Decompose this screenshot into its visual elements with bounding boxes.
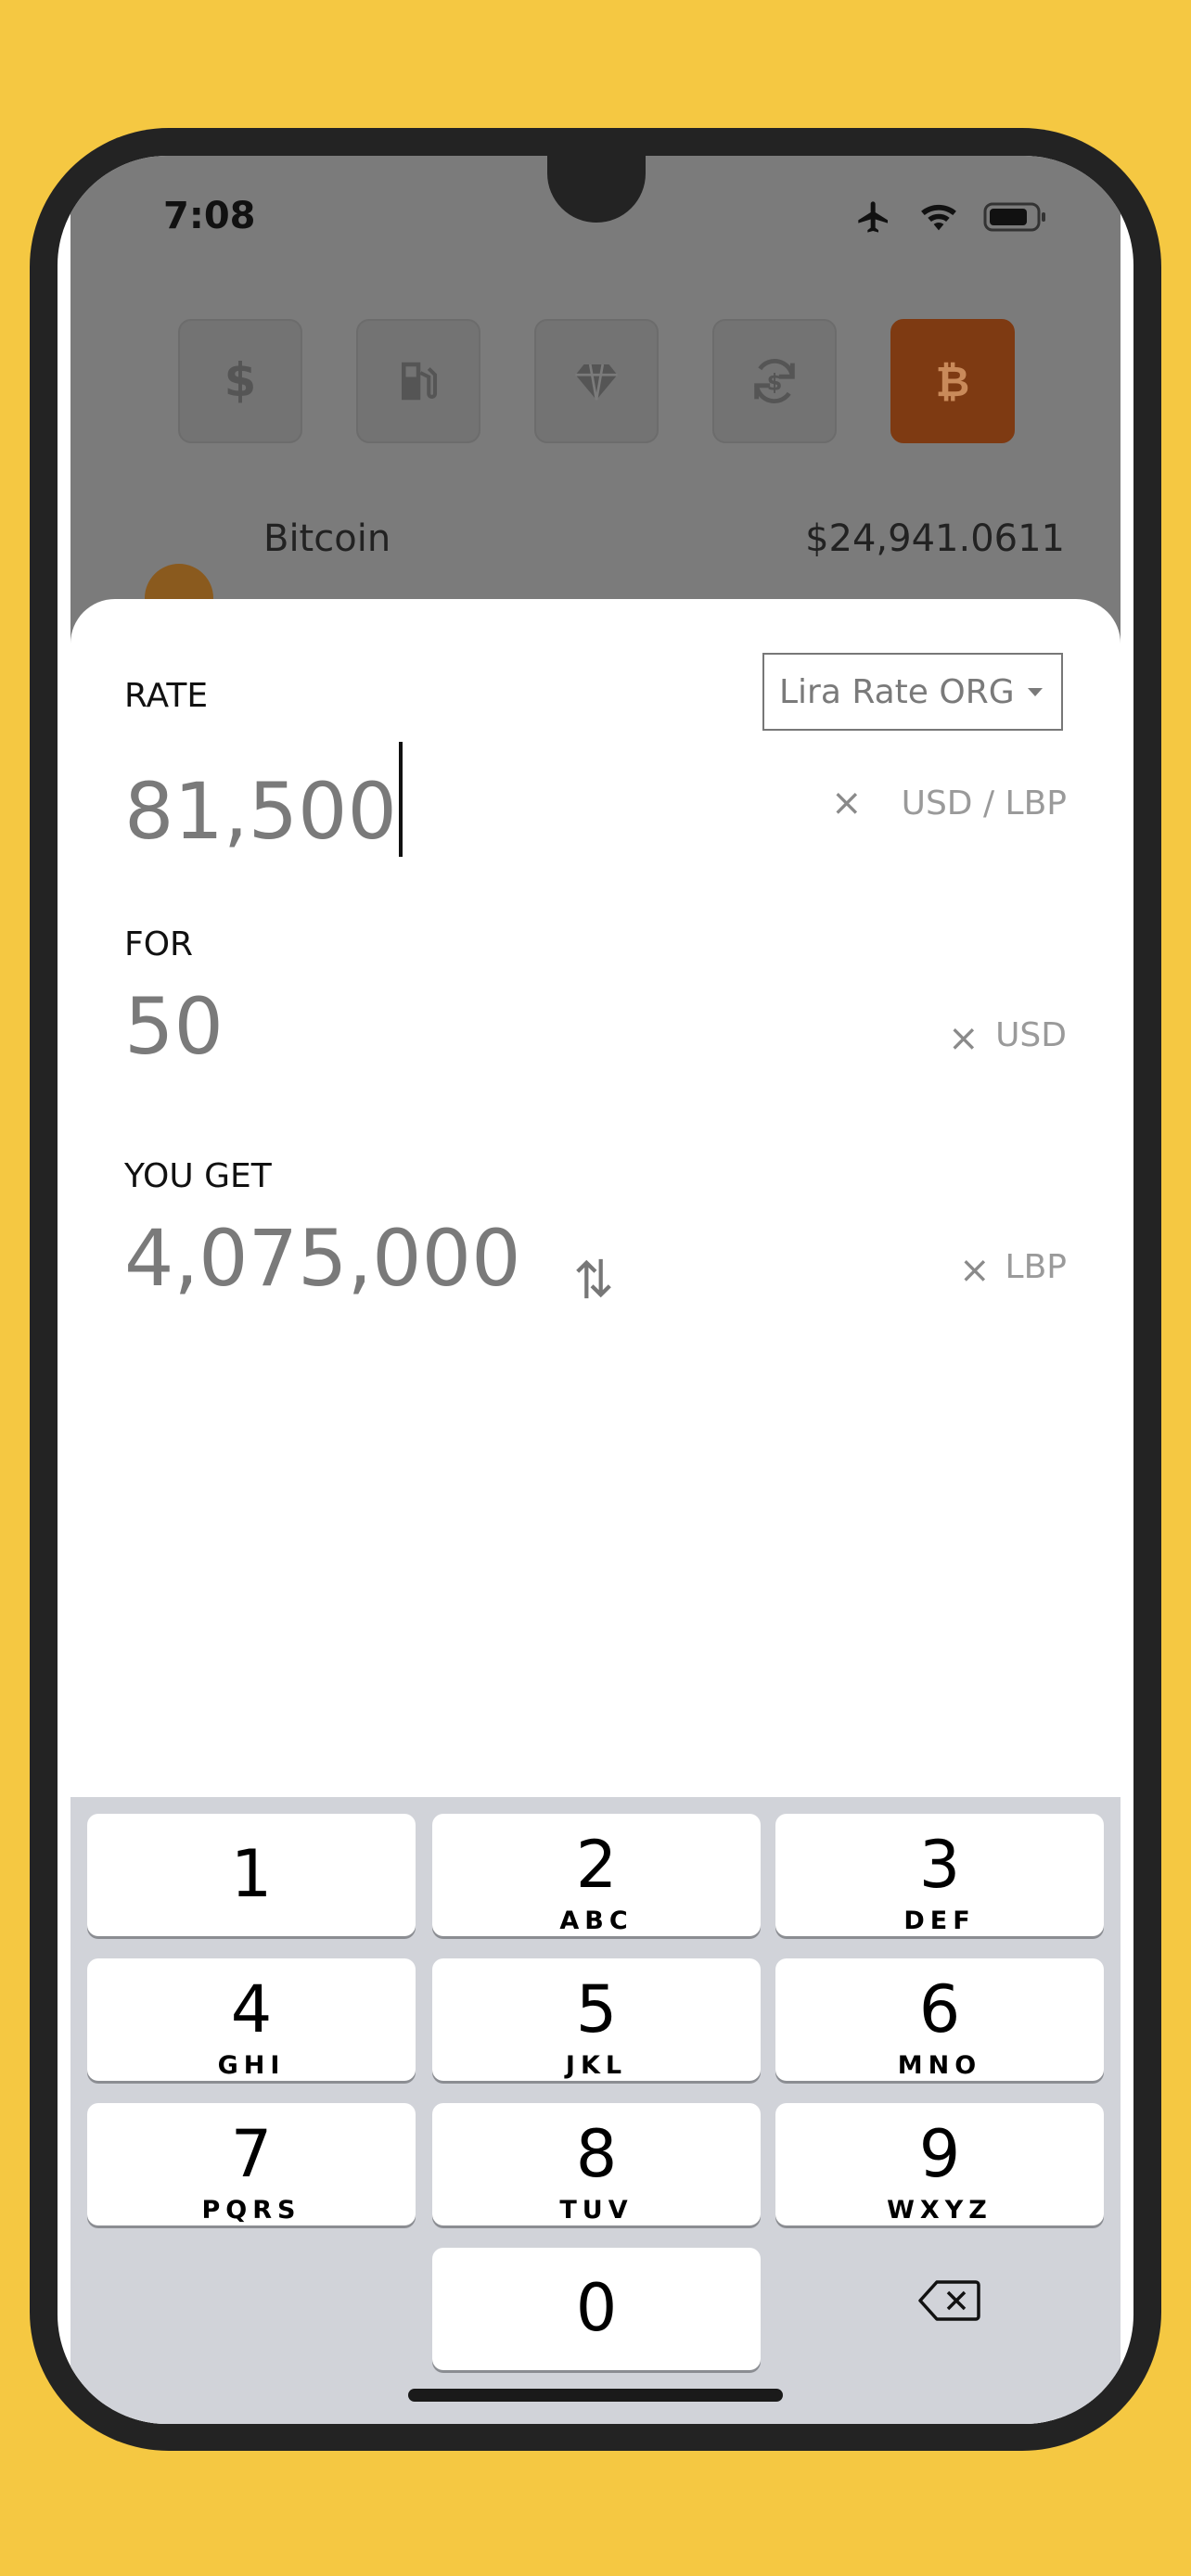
key-9[interactable]: 9 WXYZ bbox=[775, 2103, 1104, 2225]
bitcoin-name: Bitcoin bbox=[263, 517, 391, 560]
battery-icon bbox=[983, 202, 1045, 232]
rate-input[interactable]: 81,500 bbox=[124, 742, 403, 857]
key-8[interactable]: 8 TUV bbox=[432, 2103, 761, 2225]
airplane-icon bbox=[858, 201, 888, 233]
swap-icon[interactable] bbox=[573, 1256, 614, 1302]
backspace-icon[interactable] bbox=[916, 2277, 981, 2324]
for-unit: USD bbox=[995, 1016, 1067, 1054]
for-input[interactable]: 50 bbox=[124, 981, 224, 1072]
key-1[interactable]: 1 bbox=[87, 1814, 416, 1936]
clear-rate-button[interactable]: × bbox=[831, 784, 863, 822]
diamond-icon bbox=[575, 363, 618, 401]
you-get-unit: LBP bbox=[1005, 1248, 1067, 1286]
key-6[interactable]: 6 MNO bbox=[775, 1958, 1104, 2081]
rate-source-dropdown[interactable]: Lira Rate ORG bbox=[762, 653, 1063, 731]
exchange-icon: $ bbox=[754, 359, 795, 403]
rate-source-value: Lira Rate ORG bbox=[779, 672, 1015, 711]
dollar-icon: $ bbox=[224, 356, 256, 406]
svg-text:₿: ₿ bbox=[936, 357, 970, 406]
bitcoin-icon: ₿ bbox=[936, 357, 970, 406]
category-fuel-button[interactable] bbox=[356, 319, 480, 443]
list-item-bitcoin[interactable]: Bitcoin $24,941.0611 bbox=[70, 517, 1121, 632]
numeric-keyboard: 1 2 ABC 3 DEF 4 GHI 5 JKL 6 MNO 7 PQRS 8 TUV 9W… bbox=[70, 1797, 1121, 2424]
key-3[interactable]: 3 DEF bbox=[775, 1814, 1104, 1936]
rate-value: 81,500 bbox=[124, 766, 397, 857]
category-dollar-button[interactable]: $ bbox=[178, 319, 302, 443]
fuel-pump-icon bbox=[402, 362, 438, 401]
you-get-input[interactable]: 4,075,000 bbox=[124, 1213, 521, 1304]
key-5[interactable]: 5 JKL bbox=[432, 1958, 761, 2081]
bitcoin-price: $24,941.0611 bbox=[805, 517, 1065, 560]
svg-text:$: $ bbox=[224, 356, 256, 406]
key-0[interactable]: 0 bbox=[432, 2248, 761, 2370]
key-4[interactable]: 4 GHI bbox=[87, 1958, 416, 2081]
category-bitcoin-button[interactable]: ₿ bbox=[890, 319, 1015, 443]
phone-screen: 7:08 $ $ ₿ Bitcoin $24,941.0611 RATE Lir… bbox=[58, 156, 1133, 2424]
home-indicator bbox=[408, 2389, 783, 2402]
text-cursor bbox=[398, 742, 403, 857]
status-time: 7:08 bbox=[163, 195, 256, 237]
svg-text:$: $ bbox=[767, 370, 783, 396]
you-get-label: YOU GET bbox=[124, 1157, 272, 1195]
category-gold-button[interactable] bbox=[534, 319, 659, 443]
category-exchange-button[interactable]: $ bbox=[712, 319, 837, 443]
status-icons bbox=[853, 198, 1048, 236]
caret-down-icon bbox=[1027, 687, 1043, 696]
key-2[interactable]: 2 ABC bbox=[432, 1814, 761, 1936]
clear-you-get-button[interactable]: × bbox=[959, 1252, 991, 1289]
rate-label: RATE bbox=[124, 677, 209, 715]
for-label: FOR bbox=[124, 925, 194, 963]
clear-for-button[interactable]: × bbox=[948, 1020, 980, 1057]
rate-unit: USD / LBP bbox=[901, 784, 1067, 823]
key-7[interactable]: 7 PQRS bbox=[87, 2103, 416, 2225]
category-bar: $ $ ₿ bbox=[178, 319, 1015, 443]
wifi-icon bbox=[921, 204, 956, 231]
